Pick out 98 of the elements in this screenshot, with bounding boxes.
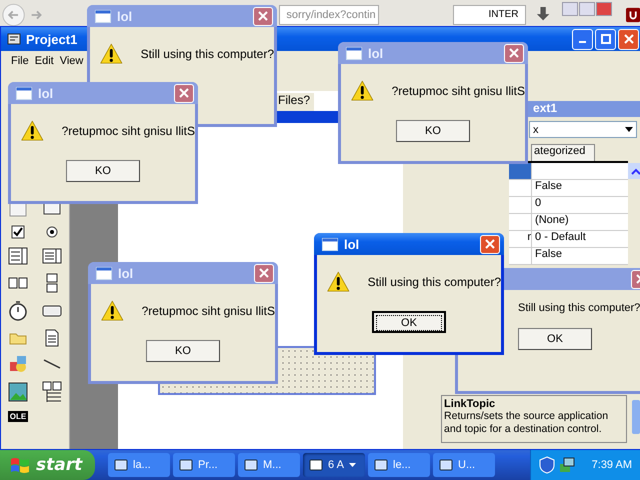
taskbar-button[interactable]: 6 A [303,453,365,477]
taskbar-button[interactable]: Pr... [173,453,235,477]
property-value: 0 [535,197,542,209]
dialog-title: lol [344,236,360,252]
taskbar-button[interactable]: la... [108,453,170,477]
dialog-title: lol [118,266,134,280]
checkbox-icon[interactable] [11,225,25,239]
dialog-button[interactable]: OK [372,311,446,333]
network-icon[interactable] [559,457,575,473]
dialog-message: Still using this computer? [518,302,640,314]
property-row[interactable]: r 0 - Default [509,231,628,248]
scrollbar-icon[interactable] [46,273,58,293]
object-dropdown[interactable]: x [529,121,638,138]
minimize-button[interactable] [572,28,593,50]
taskbar-button[interactable]: U... [433,453,495,477]
dialog-button[interactable]: OK [518,328,592,350]
window-icon [96,266,112,280]
list-icon[interactable] [42,248,62,264]
scrollbar[interactable] [628,163,640,179]
flag-icon [10,456,30,474]
close-icon [258,11,268,21]
property-name: r [527,231,532,243]
menu-item[interactable]: Edit [34,55,54,69]
window-icon [374,458,388,472]
window-icon [16,86,32,100]
dialog-button[interactable]: KO [66,160,140,182]
address-field[interactable]: sorry/index?contin [279,5,379,25]
property-row[interactable] [509,163,628,180]
close-icon [509,48,519,58]
image-icon[interactable] [8,382,28,402]
close-icon [259,268,269,278]
close-button[interactable] [174,84,194,102]
maximize-button[interactable] [595,28,616,50]
taskbar-button[interactable]: M... [238,453,300,477]
clock: 7:39 AM [592,459,632,471]
scrollbar-icon[interactable] [8,277,28,289]
close-button[interactable] [480,234,500,254]
close-icon [179,88,189,98]
dialog-title: lol [368,46,384,60]
description-title: LinkTopic [444,398,496,410]
property-value: 0 - Default [535,231,586,243]
close-button[interactable] [253,6,273,26]
document-icon[interactable] [45,329,59,347]
dialog-title: lol [38,86,54,100]
stopwatch-icon[interactable] [8,301,28,321]
dialog-button[interactable]: KO [396,120,470,142]
maximize-icon [600,34,610,44]
scrollbar[interactable] [632,400,640,434]
dropdown-arrow-icon [625,127,634,132]
dialog-title: lol [117,8,132,24]
ole-tool-icon[interactable]: OLE [8,411,28,422]
dialog-message: Still using this computer? [368,275,501,289]
taskbar-button[interactable]: le... [368,453,430,477]
window-icon [114,458,128,472]
radio-icon[interactable] [46,226,58,238]
dialog-message: ?retupmoc siht gnisu llitS [142,304,275,318]
property-row[interactable]: (None) [509,214,628,231]
minimize-icon [579,41,586,43]
close-icon [485,239,495,249]
dialog-message: ?retupmoc siht gnisu llitS [62,124,195,138]
dialog-text: Files? [276,93,314,111]
scroll-up-icon [630,167,640,175]
property-value: False [535,180,562,192]
shield-icon[interactable] [626,7,640,23]
close-button[interactable] [254,264,274,282]
drive-icon[interactable] [42,305,62,317]
window-icon [179,458,193,472]
property-value: (None) [535,214,569,226]
dialog-button[interactable]: KO [146,340,220,362]
window-icon [95,10,111,22]
menu-item[interactable]: File [11,55,29,69]
description-text: Returns/sets the source application and topic for a destination control. [444,410,610,436]
dialog-message: Still using this computer? [140,47,274,61]
close-button[interactable] [618,28,639,50]
window-icon [309,458,323,472]
window-icon [439,458,453,472]
shapes-icon[interactable] [9,355,27,373]
shield-icon[interactable] [539,456,555,474]
window-icon [322,238,338,250]
line-icon[interactable] [43,359,61,369]
categorized-tab[interactable]: ategorized [531,144,596,161]
app-icon [6,31,22,47]
window-title: Project1 [26,32,78,46]
property-row[interactable]: False [509,248,628,265]
back-icon[interactable] [2,2,26,28]
combo-list-icon[interactable] [8,247,28,265]
data-control-icon[interactable] [42,381,62,403]
menu-item[interactable]: View [60,55,84,69]
property-row[interactable]: 0 [509,197,628,214]
property-row[interactable]: False [509,180,628,197]
search-field[interactable]: INTER [452,5,526,25]
window-controls[interactable] [562,2,612,16]
close-button[interactable] [504,44,524,62]
window-icon [346,46,362,60]
property-value: False [535,248,562,260]
close-icon [624,34,634,44]
window-icon [244,458,258,472]
dialog-message: ?retupmoc siht gnisu llitS [392,84,525,98]
